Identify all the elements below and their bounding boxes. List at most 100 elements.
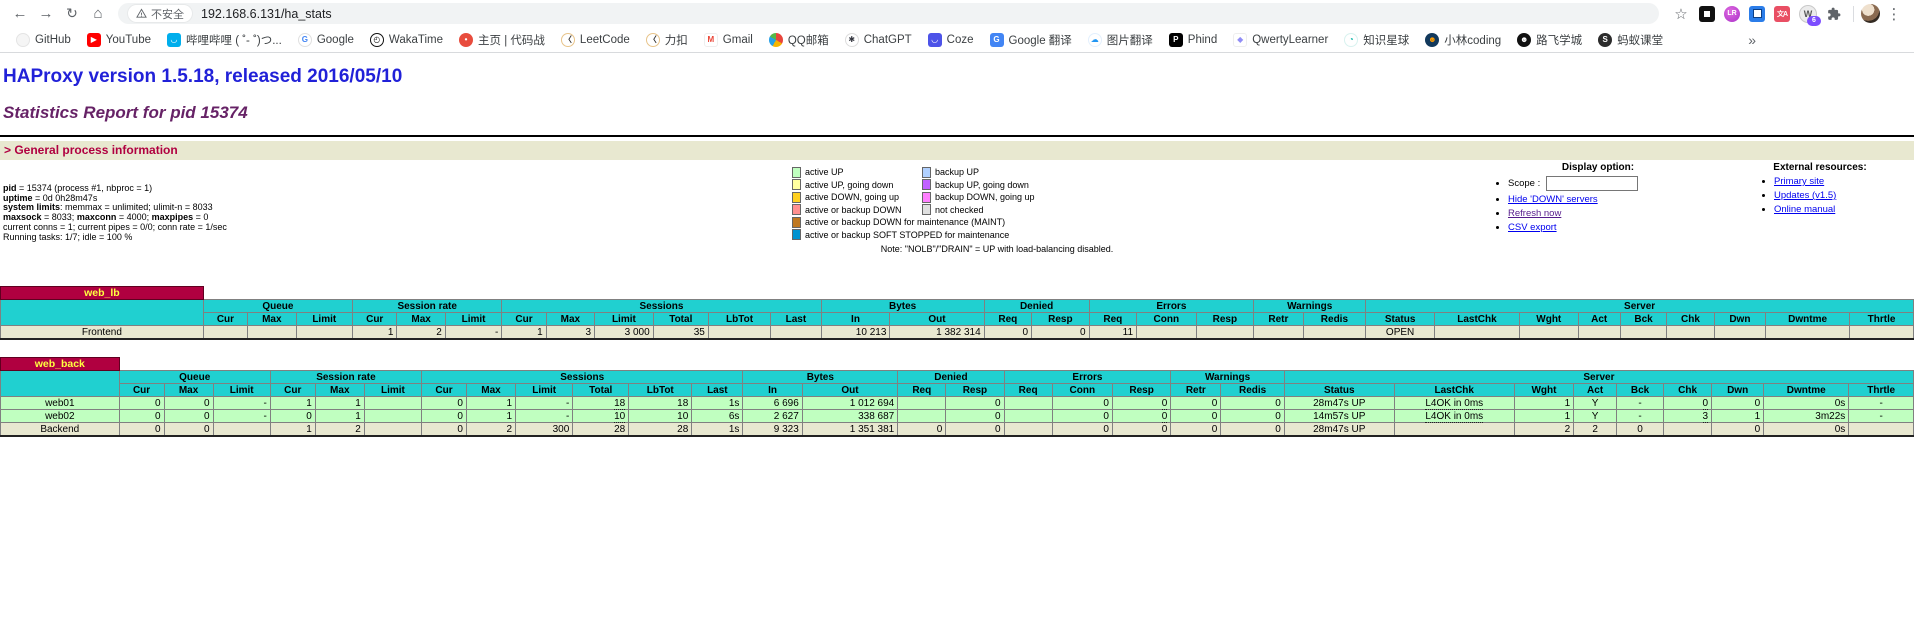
back-button[interactable]: ← xyxy=(8,2,32,26)
cell-limit: - xyxy=(213,397,270,410)
address-bar[interactable]: 不安全 192.168.6.131/ha_stats xyxy=(118,3,1659,24)
extension-translate-icon[interactable]: 文A xyxy=(1774,6,1790,22)
bookmark-item[interactable]: GGoogle 翻译 xyxy=(982,30,1080,50)
bookmark-item[interactable]: GitHub xyxy=(8,30,79,50)
cell-dwntme xyxy=(1766,326,1850,340)
extension-bluebox-icon[interactable] xyxy=(1749,6,1765,22)
bookmark-item[interactable]: ☻路飞学城 xyxy=(1509,30,1590,50)
mayikt-favicon: S xyxy=(1598,33,1612,47)
cell-dwn xyxy=(1714,326,1765,340)
bookmark-item[interactable]: ◴WakaTime xyxy=(362,30,451,50)
scope-label: Scope : xyxy=(1508,178,1540,189)
cell-limit: - xyxy=(213,410,270,423)
cell-limit: 3 000 xyxy=(595,326,654,340)
extensions-menu-icon[interactable] xyxy=(1826,6,1842,22)
bookmark-item[interactable]: S蚂蚁课堂 xyxy=(1590,30,1671,50)
extension-w-icon[interactable]: W6 xyxy=(1799,5,1817,23)
legend-label: not checked xyxy=(935,205,984,215)
stats-row-web02: web0200-0101-10106s2 627338 6870000014m5… xyxy=(1,410,1914,423)
cell-chk xyxy=(1664,423,1712,437)
proxy-name-web_back[interactable]: web_back xyxy=(1,358,120,371)
reload-button[interactable]: ↻ xyxy=(60,2,84,26)
column-group-server: Server xyxy=(1366,300,1914,313)
codewar-favicon: • xyxy=(459,33,473,47)
bookmark-item[interactable]: QQ邮箱 xyxy=(761,30,837,50)
tooltip-value: 1 xyxy=(388,327,394,339)
bookmark-item[interactable]: 〈力扣 xyxy=(638,30,696,50)
profile-avatar[interactable] xyxy=(1861,4,1880,23)
bookmark-item[interactable]: ☁图片翻译 xyxy=(1080,30,1161,50)
cell-thrtle: - xyxy=(1849,410,1914,423)
cell-bck: - xyxy=(1617,410,1664,423)
cell-limit xyxy=(296,326,353,340)
haproxy-title-link[interactable]: HAProxy version 1.5.18, released 2016/05… xyxy=(3,66,1914,88)
bookmark-item[interactable]: 〈LeetCode xyxy=(553,30,638,50)
cell-resp: 0 xyxy=(946,423,1004,437)
cell-in: 6 696 xyxy=(743,397,802,410)
bookmark-item[interactable]: ✱ChatGPT xyxy=(837,30,920,50)
extension-lr-icon[interactable]: LR xyxy=(1724,6,1740,22)
cell-resp: 0 xyxy=(1112,397,1170,410)
extension-blackbox-icon[interactable] xyxy=(1699,6,1715,22)
column-header-conn: Conn xyxy=(1052,384,1112,397)
cell-lastchk xyxy=(1394,423,1514,437)
external-resource-link[interactable]: Primary site xyxy=(1774,176,1824,187)
column-group-session-rate: Session rate xyxy=(270,371,421,384)
cell-dwn: 0 xyxy=(1712,423,1764,437)
external-resource-link[interactable]: Updates (v1.5) xyxy=(1774,190,1836,201)
cell-out: 1 351 381 xyxy=(802,423,897,437)
cell-max: 2 xyxy=(397,326,445,340)
bookmark-item[interactable]: PPhind xyxy=(1161,30,1225,50)
home-button[interactable]: ⌂ xyxy=(86,2,110,26)
menu-kebab-icon[interactable]: ⋮ xyxy=(1882,2,1906,26)
legend-note: Note: "NOLB"/"DRAIN" = UP with load-bala… xyxy=(792,244,1202,254)
column-header-lastchk: LastChk xyxy=(1434,313,1519,326)
column-group-sessions: Sessions xyxy=(502,300,821,313)
bookmark-item[interactable]: ◡Coze xyxy=(920,30,982,50)
bookmark-item[interactable]: ▶YouTube xyxy=(79,30,159,50)
bookmark-item[interactable]: ☻小林coding xyxy=(1417,30,1509,50)
column-group-warnings: Warnings xyxy=(1171,371,1285,384)
display-option-link[interactable]: Refresh now xyxy=(1508,208,1561,219)
display-option-link[interactable]: Hide 'DOWN' servers xyxy=(1508,194,1598,205)
cell-max: 1 xyxy=(466,397,515,410)
bookmark-item[interactable]: ◆QwertyLearner xyxy=(1225,30,1336,50)
cell-total: 10 xyxy=(573,410,629,423)
cell-act: 2 xyxy=(1574,423,1617,437)
bookmark-item[interactable]: MGmail xyxy=(696,30,761,50)
bookmark-item[interactable]: • 主页 | 代码战 xyxy=(451,30,553,50)
display-option-item: Refresh now xyxy=(1508,208,1748,219)
column-header-max: Max xyxy=(546,313,594,326)
tooltip-value: 10 xyxy=(614,411,625,423)
legend-swatch xyxy=(792,229,801,240)
bilibili-favicon: ◡ xyxy=(167,33,181,47)
forward-button[interactable]: → xyxy=(34,2,58,26)
cell-retr xyxy=(1254,326,1303,340)
table-subcol-header: CurMaxLimitCurMaxLimitCurMaxLimitTotalLb… xyxy=(1,384,1914,397)
cell-bck: 0 xyxy=(1617,423,1664,437)
bookmark-item[interactable]: GGoogle xyxy=(290,30,362,50)
display-option-link[interactable]: CSV export xyxy=(1508,222,1557,233)
github-favicon xyxy=(16,33,30,47)
legend-label: backup UP xyxy=(935,167,979,177)
column-header-req: Req xyxy=(898,384,946,397)
browser-chrome: ← → ↻ ⌂ 不安全 192.168.6.131/ha_stats ☆ LR … xyxy=(0,0,1914,53)
cell-resp: 0 xyxy=(1032,326,1090,340)
puzzle-icon xyxy=(1827,7,1841,21)
column-header-limit: Limit xyxy=(595,313,654,326)
bookmark-item[interactable]: ◔知识星球 xyxy=(1336,30,1417,50)
toolbar-separator xyxy=(1853,6,1854,22)
google-favicon: G xyxy=(298,33,312,47)
image-translate-favicon: ☁ xyxy=(1088,33,1102,47)
cell-dwntme: 0s xyxy=(1764,397,1849,410)
tooltip-value: 0 xyxy=(1162,424,1168,436)
security-chip[interactable]: 不安全 xyxy=(128,5,192,22)
bookmark-star-icon[interactable]: ☆ xyxy=(1669,2,1693,26)
scope-input[interactable] xyxy=(1546,176,1638,191)
bookmark-label: 主页 | 代码战 xyxy=(478,32,545,48)
proxy-name-web_lb[interactable]: web_lb xyxy=(1,287,204,300)
external-resource-link[interactable]: Online manual xyxy=(1774,204,1835,215)
bookmark-item[interactable]: ◡哔哩哔哩 ( ˚- ˚)つ... xyxy=(159,30,290,50)
bookmarks-overflow-chevron[interactable]: » xyxy=(1748,32,1756,48)
cell-chk: 3 xyxy=(1664,410,1712,423)
